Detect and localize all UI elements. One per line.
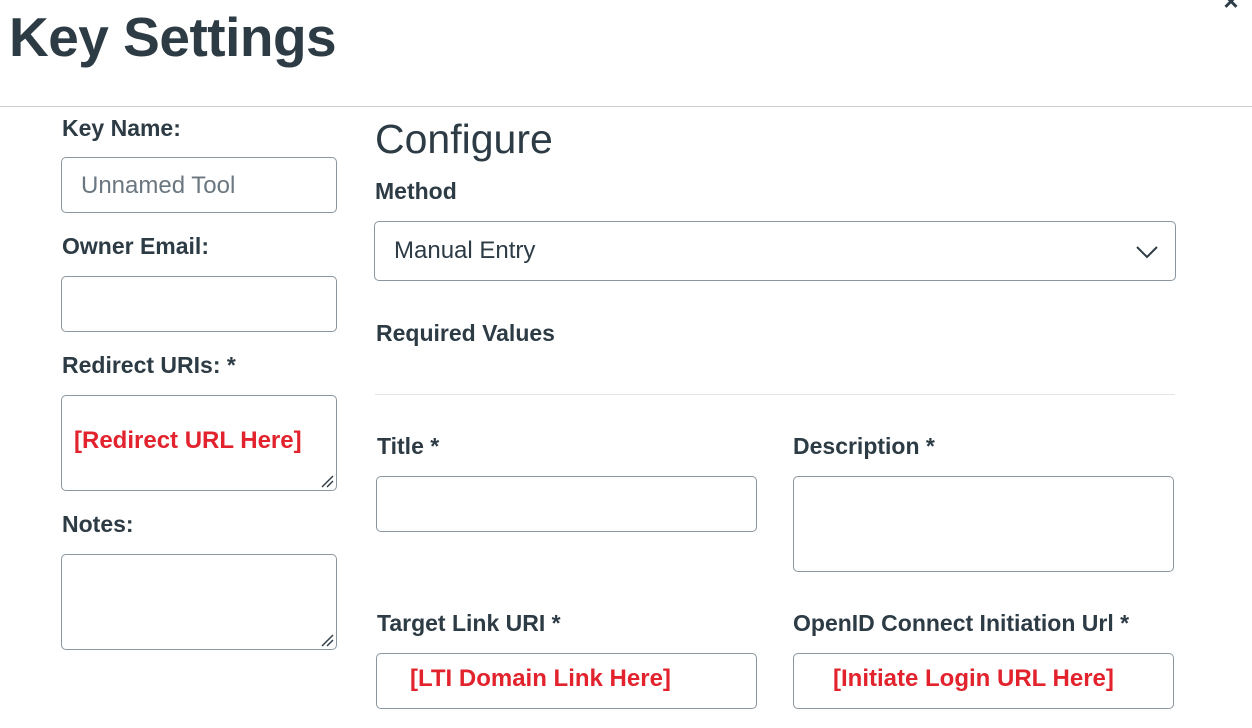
redirect-uris-textarea[interactable]: [Redirect URL Here] xyxy=(61,395,337,491)
method-selected-value: Manual Entry xyxy=(394,237,536,264)
title-label: Title * xyxy=(377,433,440,459)
target-link-label: Target Link URI * xyxy=(377,610,561,636)
close-button[interactable]: × xyxy=(1218,0,1244,14)
owner-email-label: Owner Email: xyxy=(62,233,209,259)
owner-email-input[interactable] xyxy=(61,276,337,332)
page-title: Key Settings xyxy=(9,6,337,68)
redirect-uris-value: [Redirect URL Here] xyxy=(74,427,302,454)
notes-label: Notes: xyxy=(62,511,134,537)
required-values-divider xyxy=(375,394,1175,395)
method-select[interactable]: Manual Entry xyxy=(374,221,1176,281)
redirect-uris-label: Redirect URIs: * xyxy=(62,352,236,378)
notes-textarea[interactable] xyxy=(61,554,337,650)
configure-heading: Configure xyxy=(375,116,553,162)
resize-grip-icon[interactable] xyxy=(320,633,334,647)
oidc-url-value: [Initiate Login URL Here] xyxy=(833,665,1114,692)
chevron-down-icon xyxy=(1136,246,1158,259)
target-link-input[interactable]: [LTI Domain Link Here] xyxy=(376,653,757,709)
title-input[interactable] xyxy=(376,476,757,532)
header-divider xyxy=(0,106,1252,107)
description-textarea[interactable] xyxy=(793,476,1174,572)
required-values-heading: Required Values xyxy=(376,320,555,346)
method-label: Method xyxy=(375,178,457,204)
target-link-value: [LTI Domain Link Here] xyxy=(410,665,671,692)
oidc-url-label: OpenID Connect Initiation Url * xyxy=(793,610,1130,636)
key-name-placeholder: Unnamed Tool xyxy=(81,172,236,199)
oidc-url-input[interactable]: [Initiate Login URL Here] xyxy=(793,653,1174,709)
key-name-label: Key Name: xyxy=(62,115,181,141)
description-label: Description * xyxy=(793,433,935,459)
close-icon: × xyxy=(1223,0,1239,16)
key-name-input[interactable]: Unnamed Tool xyxy=(61,157,337,213)
resize-grip-icon[interactable] xyxy=(320,474,334,488)
